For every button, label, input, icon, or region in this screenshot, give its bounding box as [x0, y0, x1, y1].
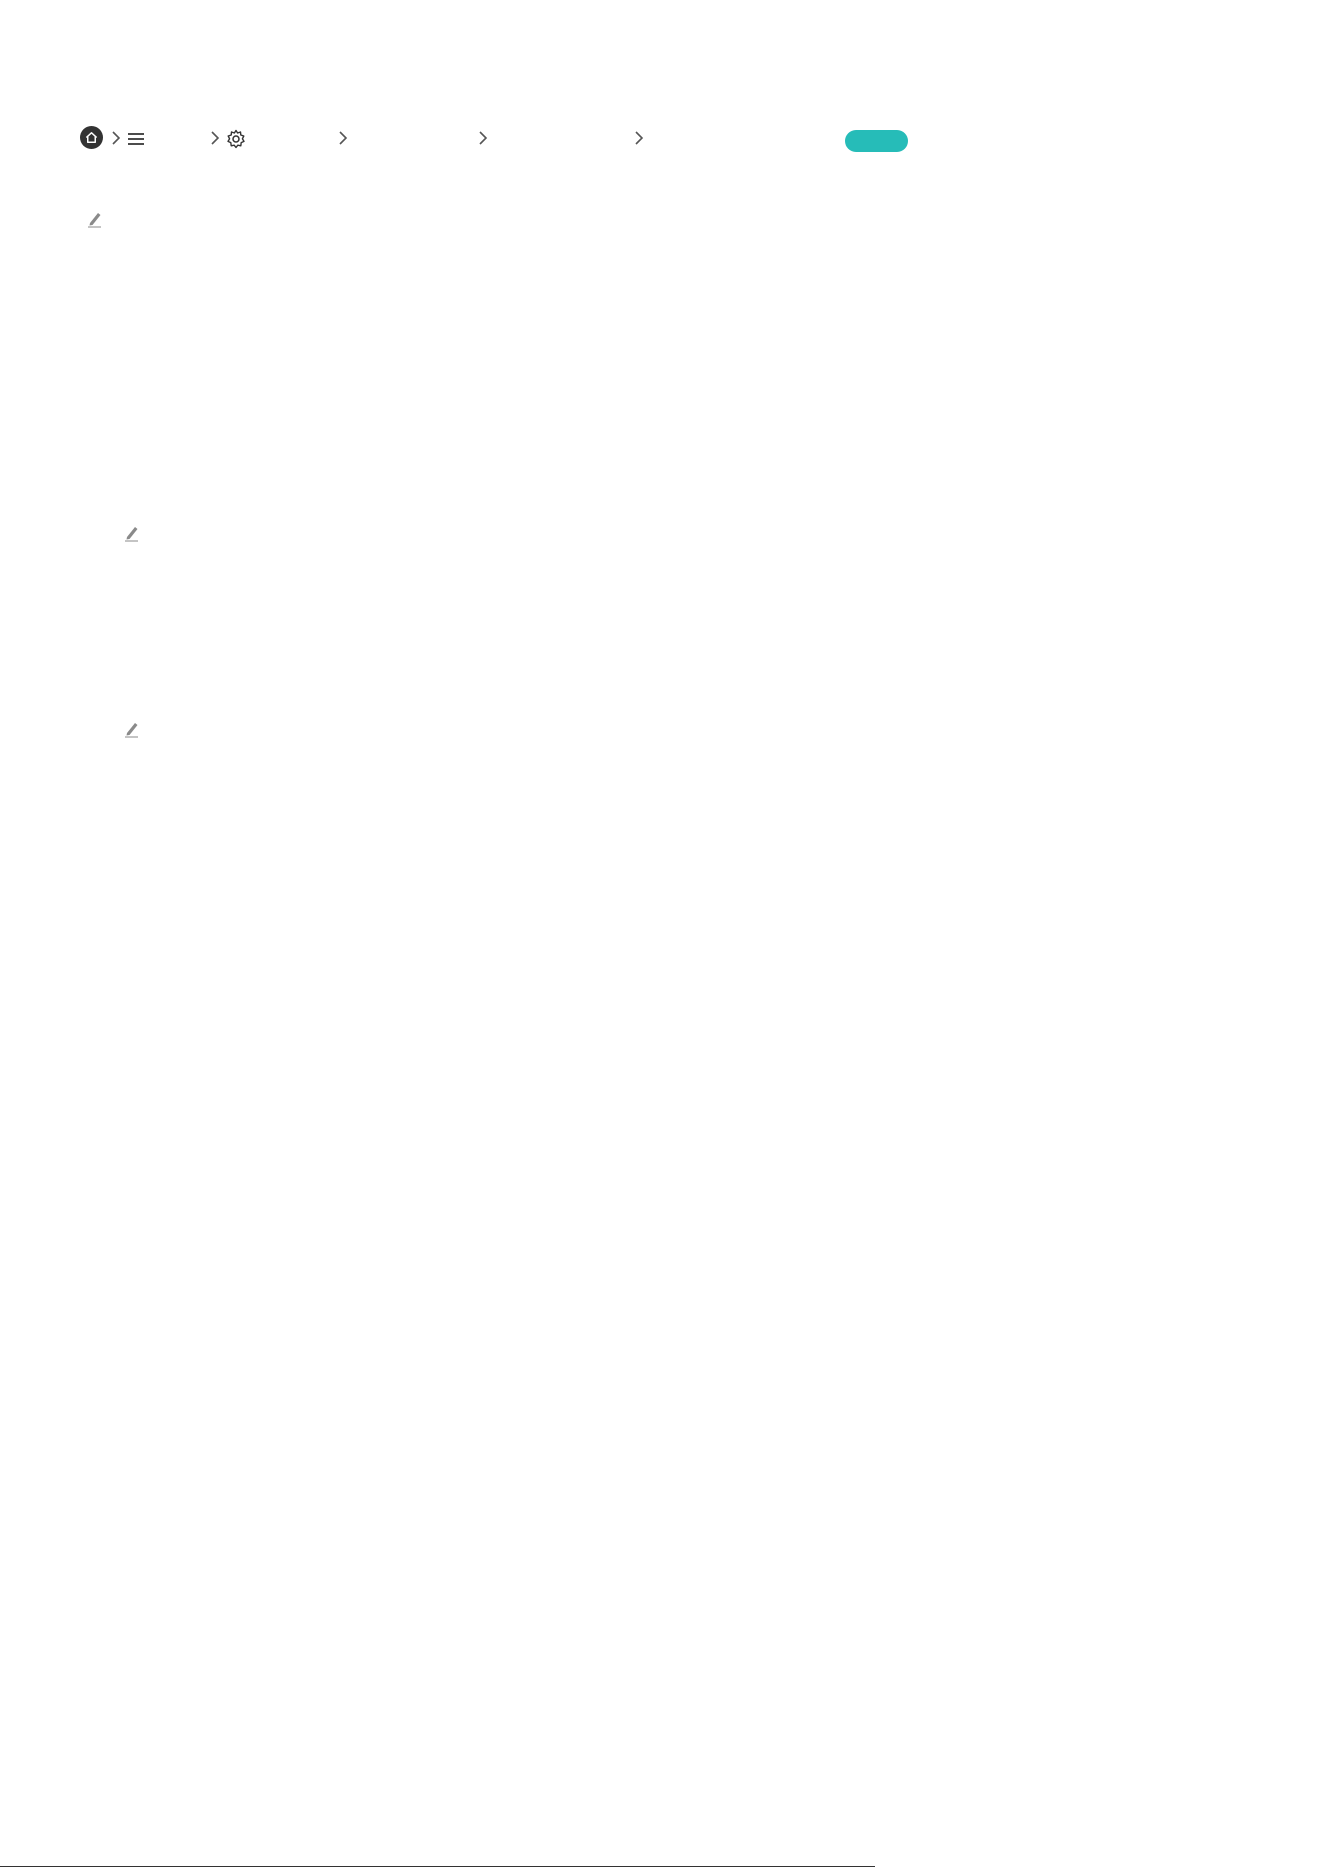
pencil-icon: [87, 210, 103, 228]
gear-icon[interactable]: [226, 129, 246, 149]
menu-icon[interactable]: [127, 132, 145, 146]
chevron-right-icon: [478, 130, 488, 146]
chevron-right-icon: [210, 130, 220, 146]
home-icon[interactable]: [80, 126, 103, 149]
pencil-icon: [124, 720, 140, 738]
chevron-right-icon: [338, 130, 348, 146]
try-now-button[interactable]: [845, 130, 908, 152]
chevron-right-icon: [111, 130, 121, 146]
breadcrumb: [80, 124, 1080, 154]
pencil-icon: [124, 524, 140, 542]
footer-divider: [0, 1866, 875, 1867]
chevron-right-icon: [634, 130, 644, 146]
